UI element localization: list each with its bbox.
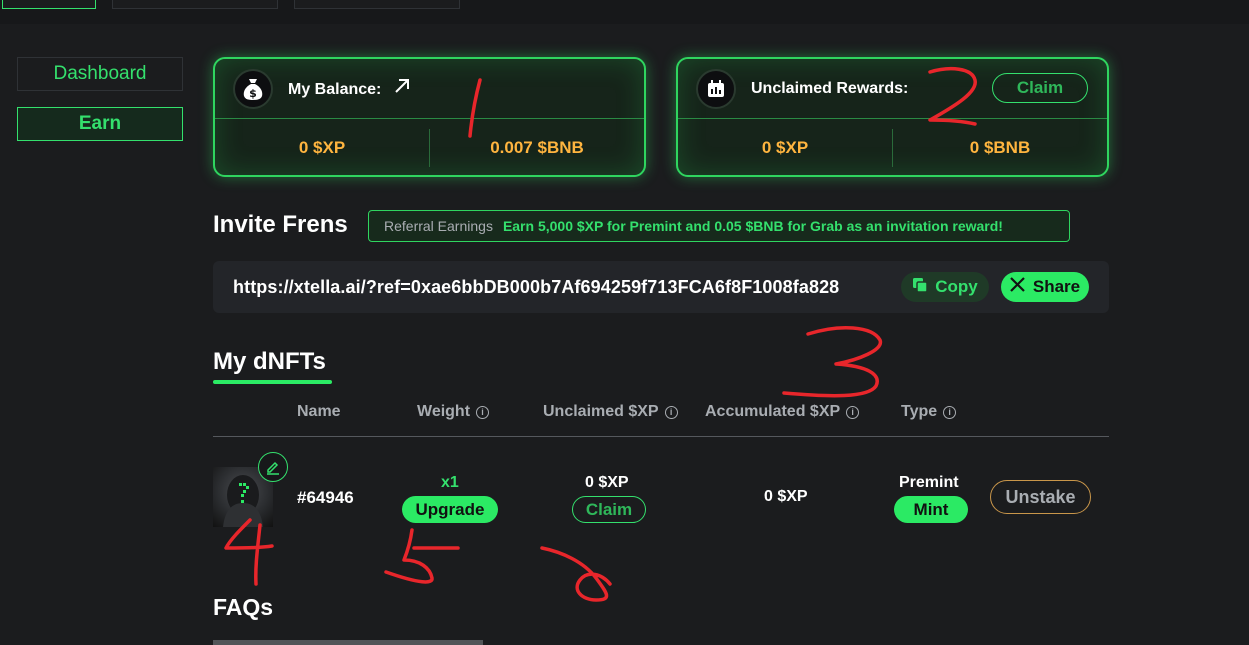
edit-icon[interactable]	[258, 452, 288, 482]
arrow-up-right-icon[interactable]	[394, 77, 410, 99]
rewards-bnb-value: 0 $BNB	[969, 138, 1031, 157]
sidebar-item-earn[interactable]: Earn	[17, 107, 183, 141]
weight-value: x1	[441, 474, 459, 491]
referral-message: Earn 5,000 $XP for Premint and 0.05 $BNB…	[502, 218, 1003, 234]
dnfts-tab-underline	[213, 380, 332, 384]
top-tab-3[interactable]	[294, 0, 460, 9]
calendar-icon	[696, 68, 736, 109]
copy-icon	[912, 277, 928, 298]
header-accumulated: Accumulated $XP i	[705, 403, 860, 421]
share-label: Share	[1032, 277, 1081, 296]
type-value: Premint	[899, 474, 959, 491]
accumulated-xp-value: 0 $XP	[764, 488, 808, 505]
balance-xp-value: 0 $XP	[215, 129, 430, 167]
referral-link[interactable]: https://xtella.ai/?ref=0xae6bbDB000b7Af6…	[233, 277, 839, 298]
unclaimed-rewards-card: Unclaimed Rewards: Claim 0 $XP 0 $BNB	[676, 57, 1109, 177]
sidebar: Dashboard Earn	[17, 57, 183, 157]
info-icon[interactable]: i	[476, 405, 490, 419]
my-balance-card: $ My Balance: 0 $XP 0.007 $BNB	[213, 57, 646, 177]
share-button[interactable]: Share	[1001, 272, 1089, 302]
annotation-3	[782, 326, 882, 398]
header-unclaimed: Unclaimed $XP i	[543, 403, 678, 421]
dnfts-title[interactable]: My dNFTs	[213, 348, 326, 376]
referral-banner: Referral Earnings Earn 5,000 $XP for Pre…	[368, 210, 1070, 242]
nft-id: #64946	[297, 488, 354, 507]
referral-link-box: https://xtella.ai/?ref=0xae6bbDB000b7Af6…	[213, 261, 1109, 313]
faq-question-row[interactable]	[213, 640, 1113, 645]
unclaimed-xp-value: 0 $XP	[585, 474, 629, 491]
annotation-6	[540, 546, 612, 602]
top-tab-1[interactable]	[2, 0, 96, 9]
balance-title: My Balance:	[288, 81, 382, 98]
copy-label: Copy	[935, 277, 978, 296]
info-icon[interactable]: i	[846, 405, 860, 419]
money-bag-icon: $	[233, 68, 273, 109]
top-tab-2[interactable]	[112, 0, 278, 9]
x-logo-icon	[1010, 277, 1025, 297]
mint-button[interactable]: Mint	[894, 496, 968, 523]
rewards-xp-value: 0 $XP	[678, 129, 893, 167]
balance-bnb-value: 0.007 $BNB	[490, 138, 584, 157]
header-type: Type i	[901, 403, 957, 421]
claim-nft-button[interactable]: Claim	[572, 496, 646, 523]
sidebar-item-dashboard[interactable]: Dashboard	[17, 57, 183, 91]
unstake-button[interactable]: Unstake	[990, 480, 1091, 514]
rewards-title: Unclaimed Rewards:	[751, 79, 909, 97]
faq-title: FAQs	[213, 594, 274, 620]
annotation-5	[384, 528, 460, 584]
info-icon[interactable]: i	[664, 405, 678, 419]
table-divider	[213, 436, 1109, 437]
header-name: Name	[297, 403, 341, 420]
info-icon[interactable]: i	[943, 405, 957, 419]
top-bar	[0, 0, 1249, 24]
header-weight: Weight i	[417, 403, 490, 421]
upgrade-button[interactable]: Upgrade	[402, 496, 498, 523]
svg-text:$: $	[249, 87, 257, 100]
claim-rewards-button[interactable]: Claim	[992, 73, 1088, 103]
annotation-4	[224, 518, 274, 586]
referral-label: Referral Earnings	[384, 218, 493, 234]
invite-title: Invite Frens	[213, 211, 348, 238]
copy-button[interactable]: Copy	[901, 272, 989, 302]
